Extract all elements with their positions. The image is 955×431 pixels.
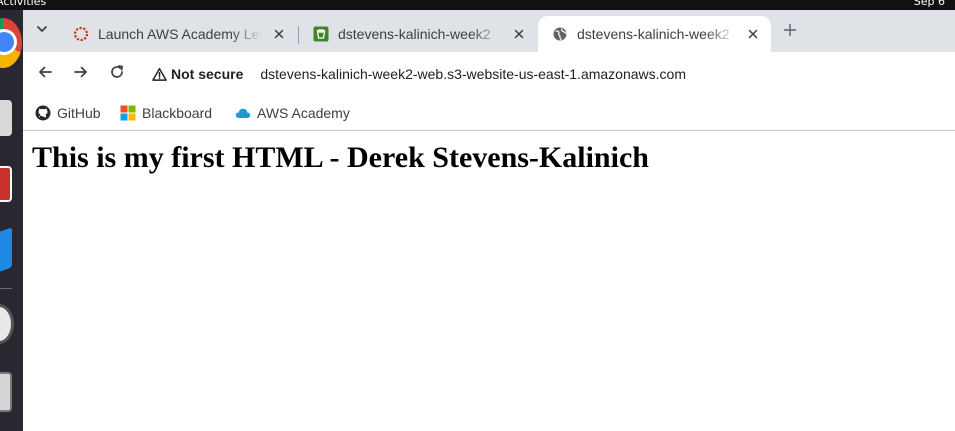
- app-dock: [0, 10, 23, 431]
- url-text[interactable]: dstevens-kalinich-week2-web.s3-website-u…: [260, 66, 686, 82]
- aws-academy-ring-icon: [73, 26, 89, 42]
- github-icon: [35, 105, 51, 121]
- s3-bucket-icon: [313, 26, 329, 42]
- back-button[interactable]: [33, 62, 57, 86]
- new-tab-button[interactable]: [779, 21, 801, 43]
- bookmark-blackboard[interactable]: Blackboard: [120, 102, 212, 124]
- disc-app-icon[interactable]: [0, 304, 14, 344]
- chrome-app-icon[interactable]: [0, 18, 22, 68]
- activities-button[interactable]: Activities: [0, 0, 46, 8]
- site-info-button[interactable]: Not secure: [151, 66, 243, 82]
- cloud-icon: [235, 105, 251, 121]
- close-icon[interactable]: [511, 26, 527, 42]
- tab-s3-bucket[interactable]: dstevens-kalinich-week2: [299, 16, 537, 52]
- globe-icon: [552, 26, 568, 42]
- trash-app-icon[interactable]: [0, 372, 12, 412]
- address-bar[interactable]: Not secure dstevens-kalinich-week2-web.s…: [141, 58, 955, 90]
- dock-separator: [0, 288, 12, 289]
- browser-window: Launch AWS Academy Learner Lab dstevens-…: [23, 10, 955, 431]
- bookmark-aws-academy[interactable]: AWS Academy: [235, 102, 350, 124]
- arrow-right-icon: [73, 64, 89, 85]
- blackboard-icon: [120, 105, 136, 121]
- bookmark-label: GitHub: [57, 105, 101, 121]
- close-icon[interactable]: [745, 26, 761, 42]
- reload-icon: [109, 64, 125, 85]
- vscode-app-icon[interactable]: [0, 227, 12, 277]
- tab-title: dstevens-kalinich-week2: [577, 26, 730, 42]
- software-app-icon[interactable]: [0, 166, 12, 202]
- page-heading: This is my first HTML - Derek Stevens-Ka…: [32, 141, 649, 174]
- arrow-left-icon: [37, 64, 53, 85]
- bookmark-label: AWS Academy: [257, 105, 350, 121]
- plus-icon: [783, 23, 797, 42]
- warning-triangle-icon: [151, 66, 167, 82]
- tab-strip: Launch AWS Academy Learner Lab dstevens-…: [23, 10, 955, 52]
- system-clock[interactable]: Sep 6: [914, 0, 945, 8]
- tab-search-button[interactable]: [31, 20, 53, 42]
- browser-toolbar: Not secure dstevens-kalinich-week2-web.s…: [23, 52, 955, 96]
- close-icon[interactable]: [271, 26, 287, 42]
- tab-title: Launch AWS Academy Learner Lab: [98, 26, 263, 42]
- bookmarks-bar: GitHub Blackboard AWS Academy: [23, 96, 955, 131]
- tab-s3-website-active[interactable]: dstevens-kalinich-week2: [538, 16, 771, 52]
- bookmark-github[interactable]: GitHub: [35, 102, 101, 124]
- files-app-icon[interactable]: [0, 100, 12, 136]
- chevron-down-icon: [35, 22, 49, 41]
- forward-button[interactable]: [69, 62, 93, 86]
- tab-launch-aws-academy[interactable]: Launch AWS Academy Learner Lab: [59, 16, 297, 52]
- security-label: Not secure: [171, 66, 244, 82]
- page-content: This is my first HTML - Derek Stevens-Ka…: [23, 131, 955, 431]
- os-top-bar: Activities Sep 6: [0, 0, 955, 10]
- reload-button[interactable]: [105, 62, 129, 86]
- bookmark-label: Blackboard: [142, 105, 213, 121]
- tab-title: dstevens-kalinich-week2: [338, 26, 491, 42]
